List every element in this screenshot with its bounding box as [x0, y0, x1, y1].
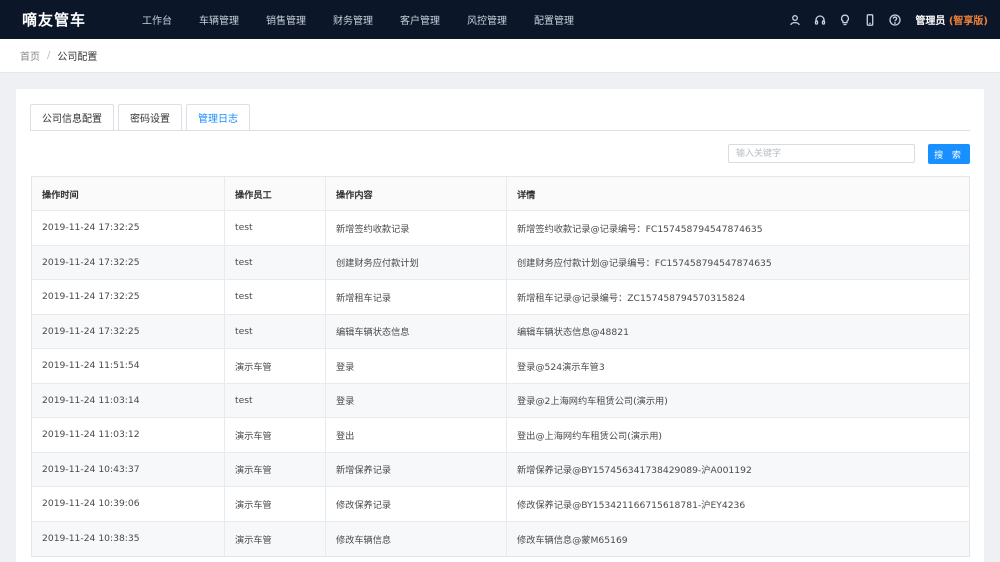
- cell-operator: test: [225, 245, 326, 279]
- cell-time: 2019-11-24 17:32:25: [32, 245, 225, 279]
- nav-sales-management[interactable]: 销售管理: [266, 12, 306, 27]
- table-row: 2019-11-24 17:32:25 test 编辑车辆状态信息 编辑车辆状态信息@…: [32, 314, 969, 349]
- table-row: 2019-11-24 10:43:37 演示车管 新增保养记录 新增保养记录@BY15…: [32, 452, 969, 487]
- cell-action: 新增保养记录: [326, 452, 507, 486]
- tab-company-info[interactable]: 公司信息配置: [30, 104, 114, 130]
- cell-time: 2019-11-24 11:51:54: [32, 349, 225, 383]
- user-name: 管理员: [915, 16, 946, 27]
- cell-operator: test: [225, 211, 326, 245]
- search-button[interactable]: 搜 索: [928, 144, 970, 164]
- tab-management-log[interactable]: 管理日志: [186, 104, 250, 130]
- content-panel: 公司信息配置 密码设置 管理日志 搜 索 操作时间 操作员工 操作内容 详情 2…: [16, 89, 984, 562]
- headset-icon[interactable]: [814, 14, 826, 26]
- cell-time: 2019-11-24 10:43:37: [32, 452, 225, 486]
- cell-details: 编辑车辆状态信息@48821: [517, 327, 629, 339]
- cell-time: 2019-11-24 11:03:14: [32, 383, 225, 417]
- cell-operator: 演示车管: [225, 452, 326, 486]
- cell-operator: test: [225, 280, 326, 314]
- cell-details: 修改保养记录@BY153421166715618781-沪EY4236: [517, 499, 746, 511]
- nav-customer-management[interactable]: 客户管理: [400, 12, 440, 27]
- config-tabs: 公司信息配置 密码设置 管理日志: [30, 104, 254, 130]
- table-row: 2019-11-24 17:32:25 test 新增签约收款记录 新增签约收款记录@…: [32, 211, 969, 246]
- cell-details: 新增签约收款记录@记录编号：FC157458794547874635: [517, 223, 763, 235]
- breadcrumb-separator: /: [47, 50, 51, 61]
- top-right-tools: 管理员 (智享版): [776, 0, 988, 39]
- cell-time: 2019-11-24 10:39:06: [32, 487, 225, 521]
- table-row: 2019-11-24 17:32:25 test 创建财务应付款计划 创建财务应付款计…: [32, 245, 969, 280]
- cell-time: 2019-11-24 11:03:12: [32, 418, 225, 452]
- cell-operator: 演示车管: [225, 487, 326, 521]
- nav-config-management[interactable]: 配置管理: [534, 12, 574, 27]
- log-table: 操作时间 操作员工 操作内容 详情 2019-11-24 17:32:25 tes…: [31, 176, 970, 557]
- nav-finance-management[interactable]: 财务管理: [333, 12, 373, 27]
- cell-details: 登出@上海网约车租赁公司(演示用): [517, 430, 662, 442]
- cell-operator: test: [225, 314, 326, 348]
- table-row: 2019-11-24 17:32:25 test 新增租车记录 新增租车记录@记录编号…: [32, 280, 969, 315]
- cell-time: 2019-11-24 17:32:25: [32, 280, 225, 314]
- cell-action: 登录: [326, 349, 507, 383]
- cell-details: 新增租车记录@记录编号：ZC157458794570315824: [517, 292, 746, 304]
- help-icon[interactable]: [889, 13, 902, 26]
- user-icon[interactable]: [789, 14, 801, 26]
- cell-operator: 演示车管: [225, 521, 326, 556]
- nav-risk-management[interactable]: 风控管理: [467, 12, 507, 27]
- cell-time: 2019-11-24 17:32:25: [32, 314, 225, 348]
- cell-action: 编辑车辆状态信息: [326, 314, 507, 348]
- column-header-operator: 操作员工: [225, 177, 326, 210]
- cell-details: 登录@2上海网约车租赁公司(演示用): [517, 396, 668, 408]
- breadcrumb: 首页 / 公司配置: [0, 39, 1000, 73]
- cell-details: 新增保养记录@BY157456341738429089-沪A001192: [517, 465, 752, 477]
- tabs-divider: [30, 130, 970, 131]
- cell-details: 登录@524演示车管3: [517, 361, 605, 373]
- cell-operator: 演示车管: [225, 349, 326, 383]
- cell-time: 2019-11-24 17:32:25: [32, 211, 225, 245]
- mobile-icon[interactable]: [864, 13, 876, 26]
- keyword-search-input[interactable]: [728, 144, 915, 163]
- table-row: 2019-11-24 10:39:06 演示车管 修改保养记录 修改保养记录@BY15…: [32, 487, 969, 522]
- nav-workbench[interactable]: 工作台: [142, 12, 172, 27]
- table-row: 2019-11-24 11:03:14 test 登录 登录@2上海网约车租赁公司(演…: [32, 383, 969, 418]
- table-row: 2019-11-24 10:38:35 演示车管 修改车辆信息 修改车辆信息@蒙M65…: [32, 521, 969, 556]
- table-row: 2019-11-24 11:03:12 演示车管 登出 登出@上海网约车租赁公司(演示…: [32, 418, 969, 453]
- table-row: 2019-11-24 11:51:54 演示车管 登录 登录@524演示车管3: [32, 349, 969, 384]
- tab-password-settings[interactable]: 密码设置: [118, 104, 182, 130]
- cell-action: 修改保养记录: [326, 487, 507, 521]
- cell-operator: test: [225, 383, 326, 417]
- cell-time: 2019-11-24 10:38:35: [32, 521, 225, 556]
- cell-operator: 演示车管: [225, 418, 326, 452]
- cell-action: 创建财务应付款计划: [326, 245, 507, 279]
- cell-details: 创建财务应付款计划@记录编号：FC157458794547874635: [517, 258, 772, 270]
- current-user[interactable]: 管理员 (智享版): [915, 12, 988, 27]
- cell-action: 登出: [326, 418, 507, 452]
- top-navbar: 嘀友管车 工作台 车辆管理 销售管理 财务管理 客户管理 风控管理 配置管理 管…: [0, 0, 1000, 39]
- cell-action: 登录: [326, 383, 507, 417]
- cell-action: 修改车辆信息: [326, 521, 507, 556]
- main-nav: 工作台 车辆管理 销售管理 财务管理 客户管理 风控管理 配置管理: [142, 0, 601, 39]
- app-logo: 嘀友管车: [22, 11, 87, 29]
- column-header-details: 详情: [517, 189, 536, 201]
- cell-action: 新增租车记录: [326, 280, 507, 314]
- table-header-row: 操作时间 操作员工 操作内容 详情: [32, 177, 969, 211]
- column-header-action: 操作内容: [326, 177, 507, 210]
- column-header-time: 操作时间: [32, 177, 225, 210]
- cell-action: 新增签约收款记录: [326, 211, 507, 245]
- edition-label: (智享版): [948, 16, 988, 27]
- cell-details: 修改车辆信息@蒙M65169: [517, 534, 628, 546]
- lightbulb-icon[interactable]: [839, 14, 851, 26]
- breadcrumb-home[interactable]: 首页: [20, 48, 40, 63]
- breadcrumb-current: 公司配置: [57, 52, 98, 63]
- nav-vehicle-management[interactable]: 车辆管理: [199, 12, 239, 27]
